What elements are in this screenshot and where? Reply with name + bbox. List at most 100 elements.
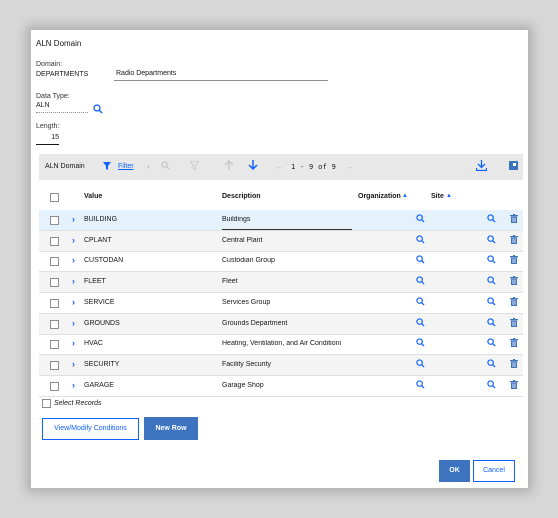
trash-icon[interactable] — [510, 296, 518, 308]
ok-button[interactable]: OK — [439, 460, 470, 482]
site-search-icon[interactable] — [487, 255, 496, 266]
settings-icon[interactable] — [509, 161, 518, 172]
next-page-icon: → — [345, 161, 354, 171]
row-checkbox[interactable] — [50, 340, 59, 350]
organization-search-icon[interactable] — [416, 379, 425, 391]
row-value: SERVICE — [84, 298, 115, 306]
column-description[interactable]: Description — [222, 193, 261, 200]
site-search-icon[interactable] — [487, 359, 496, 370]
trash-icon[interactable] — [510, 338, 518, 349]
table-row[interactable]: › CUSTODAN Custodian Group — [39, 251, 523, 273]
trash-icon[interactable] — [510, 317, 518, 329]
row-checkbox[interactable] — [50, 298, 59, 308]
table-row[interactable]: › CPLANT Central Plant — [39, 230, 523, 252]
row-checkbox[interactable] — [50, 236, 59, 246]
table-toolbar: ALN Domain Filter › ← 1 - 9 of 9 → — [39, 154, 523, 180]
site-search-icon[interactable] — [487, 214, 496, 225]
datatype-field[interactable]: ALN — [36, 102, 88, 113]
expand-chevron-icon[interactable]: › — [72, 276, 75, 286]
aln-domain-dialog: ALN Domain Domain: DEPARTMENTS Radio Dep… — [31, 30, 528, 488]
download-icon[interactable] — [475, 160, 488, 173]
row-description: Services Group — [222, 298, 271, 306]
search-icon — [161, 161, 170, 172]
table-row[interactable]: › SECURITY Facility Security — [39, 354, 523, 376]
site-search-icon[interactable] — [487, 297, 496, 308]
organization-search-icon[interactable] — [416, 235, 425, 246]
row-checkbox[interactable] — [50, 319, 59, 329]
site-search-icon[interactable] — [487, 276, 496, 287]
datatype-search-icon[interactable] — [93, 101, 103, 119]
expand-chevron-icon[interactable]: › — [72, 255, 75, 265]
row-checkbox[interactable] — [50, 360, 59, 370]
row-value: CPLANT — [84, 236, 112, 244]
row-description[interactable]: Buildings — [222, 216, 352, 230]
row-description: Garage Shop — [222, 381, 264, 389]
site-search-icon[interactable] — [487, 235, 496, 246]
table-row[interactable]: › FLEET Fleet — [39, 272, 523, 294]
site-search-icon[interactable] — [487, 379, 496, 391]
row-value: FLEET — [84, 278, 106, 286]
trash-icon[interactable] — [510, 255, 518, 266]
row-value: HVAC — [84, 340, 103, 348]
row-checkbox[interactable] — [50, 381, 59, 391]
expand-chevron-icon[interactable]: › — [72, 359, 75, 369]
organization-search-icon[interactable] — [416, 317, 425, 329]
select-all-checkbox[interactable] — [50, 193, 59, 202]
organization-search-icon[interactable] — [416, 359, 425, 370]
filter-icon[interactable] — [103, 162, 111, 172]
select-records-label: Select Records — [54, 400, 102, 407]
column-organization[interactable]: Organization — [358, 193, 401, 200]
row-description: Facility Security — [222, 360, 272, 368]
table-row[interactable]: › HVAC Heating, Ventilation, and Air Condi… — [39, 334, 523, 356]
organization-search-icon[interactable] — [416, 276, 425, 287]
trash-icon[interactable] — [510, 358, 518, 370]
length-label: Length: — [36, 123, 60, 130]
row-description: Heating, Ventilation, and Air Conditioni — [222, 340, 342, 348]
site-search-icon[interactable] — [487, 317, 496, 329]
previous-page-icon: ← — [275, 161, 284, 171]
cancel-button[interactable]: Cancel — [473, 460, 515, 482]
trash-icon[interactable] — [510, 276, 518, 287]
row-description: Grounds Department — [222, 319, 288, 327]
row-value: CUSTODAN — [84, 257, 124, 265]
new-row-button[interactable]: New Row — [144, 417, 198, 440]
trash-icon[interactable] — [510, 379, 518, 391]
row-checkbox[interactable] — [50, 216, 59, 225]
expand-chevron-icon[interactable]: › — [72, 297, 75, 307]
view-modify-conditions-button[interactable]: View/Modify Conditions — [42, 418, 139, 440]
table-row[interactable]: › GROUNDS Grounds Department — [39, 313, 523, 335]
expand-chevron-icon[interactable]: › — [72, 235, 75, 245]
expand-chevron-icon[interactable]: › — [72, 338, 75, 348]
organization-search-icon[interactable] — [416, 214, 425, 225]
table-row[interactable]: › SERVICE Services Group — [39, 293, 523, 314]
dialog-title: ALN Domain — [36, 39, 82, 48]
row-description: Custodian Group — [222, 257, 275, 265]
trash-icon[interactable] — [510, 214, 518, 225]
trash-icon[interactable] — [510, 234, 518, 246]
organization-search-icon[interactable] — [416, 255, 425, 266]
filter-link[interactable]: Filter — [118, 163, 134, 170]
row-value: GARAGE — [84, 381, 114, 389]
expand-chevron-icon[interactable]: › — [72, 214, 75, 224]
table-row[interactable]: › BUILDING Buildings — [39, 210, 523, 231]
organization-search-icon[interactable] — [416, 297, 425, 308]
pagination-label: 1 - 9 of 9 — [291, 163, 337, 171]
column-value[interactable]: Value — [84, 193, 102, 200]
organization-search-icon[interactable] — [416, 338, 425, 349]
column-site[interactable]: Site — [431, 193, 444, 200]
arrow-up-icon — [224, 160, 234, 173]
row-value: BUILDING — [84, 216, 118, 223]
expand-chevron-icon[interactable]: › — [72, 380, 75, 390]
arrow-down-icon[interactable] — [248, 160, 258, 173]
domain-description-input[interactable]: Radio Departments — [114, 68, 328, 81]
select-records-checkbox[interactable] — [42, 399, 51, 408]
table-row[interactable]: › GARAGE Garage Shop — [39, 376, 523, 397]
site-search-icon[interactable] — [487, 338, 496, 349]
row-checkbox[interactable] — [50, 257, 59, 267]
row-checkbox[interactable] — [50, 278, 59, 288]
table-title: ALN Domain — [45, 163, 85, 170]
expand-chevron-icon[interactable]: › — [72, 318, 75, 328]
length-field[interactable]: 15 — [36, 131, 59, 145]
row-value: SECURITY — [84, 360, 120, 368]
sort-asc-icon: ▲ — [446, 193, 452, 199]
